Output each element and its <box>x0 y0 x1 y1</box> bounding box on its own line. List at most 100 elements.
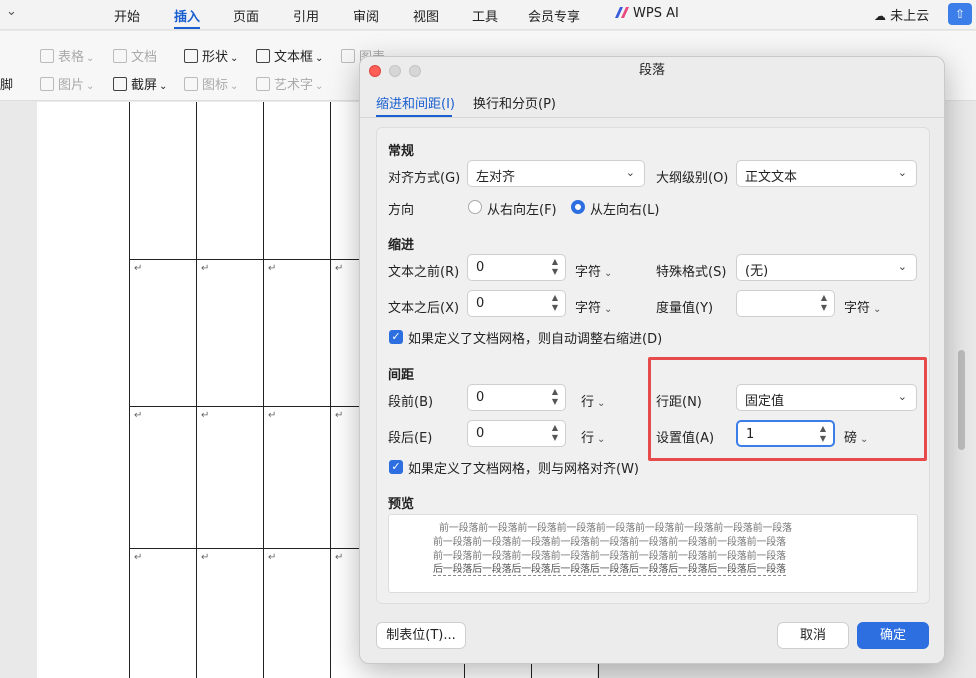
outline-level-label: 大纲级别(O) <box>656 171 729 186</box>
snap-to-grid-label[interactable]: 如果定义了文档网格，则与网格对齐(W) <box>408 458 639 477</box>
minimize-window-button[interactable] <box>389 65 401 77</box>
paragraph-mark: ↵ <box>268 410 277 421</box>
menu-chevron[interactable]: ⌄ <box>6 4 17 19</box>
rtl-label[interactable]: 从右向左(F) <box>487 199 557 218</box>
spacing-before-input[interactable]: 0 ▲ ▼ <box>467 384 566 411</box>
preview-box: 前一段落前一段落前一段落前一段落前一段落前一段落前一段落前一段落前一段落 前一段… <box>388 514 918 593</box>
table-border <box>330 102 331 678</box>
preview-line: 前一段落前一段落前一段落前一段落前一段落前一段落前一段落前一段落前一段落 <box>439 523 792 534</box>
tab-line-page-break[interactable]: 换行和分页(P) <box>473 93 556 112</box>
tab-tools[interactable]: 工具 <box>472 6 498 25</box>
spacing-before-unit[interactable]: 行 ⌄ <box>581 391 605 410</box>
checkmark-icon: ✓ <box>391 460 401 473</box>
vertical-scrollbar[interactable] <box>958 350 965 450</box>
tab-home[interactable]: 开始 <box>114 6 140 25</box>
insert-shape-button[interactable]: 形状 ⌄ <box>184 46 238 65</box>
insert-image-button[interactable]: 图片 ⌄ <box>40 74 94 93</box>
indent-before-unit[interactable]: 字符 ⌄ <box>575 261 612 280</box>
indent-after-unit[interactable]: 字符 ⌄ <box>575 297 612 316</box>
checkmark-icon: ✓ <box>391 330 401 343</box>
special-format-label: 特殊格式(S) <box>656 265 727 280</box>
cancel-button[interactable]: 取消 <box>777 622 849 649</box>
close-window-button[interactable] <box>369 65 381 77</box>
tab-insert[interactable]: 插入 <box>174 6 200 25</box>
auto-adjust-indent-label[interactable]: 如果定义了文档网格，则自动调整右缩进(D) <box>408 328 662 347</box>
paragraph-mark: ↵ <box>335 410 344 421</box>
ltr-label[interactable]: 从左向右(L) <box>590 199 659 218</box>
cloud-status[interactable]: ☁ 未上云 <box>874 5 929 24</box>
spacing-after-unit[interactable]: 行 ⌄ <box>581 427 605 446</box>
icon-label: 图标 <box>202 78 229 93</box>
share-button[interactable]: ⇧ <box>948 3 972 25</box>
paragraph-mark: ↵ <box>268 263 277 274</box>
paragraph-mark: ↵ <box>201 410 210 421</box>
table-border <box>196 102 197 678</box>
ltr-radio[interactable] <box>571 200 585 214</box>
preview-line: 前一段落前一段落前一段落前一段落前一段落前一段落前一段落前一段落前一段落 <box>433 537 786 548</box>
spacing-after-input[interactable]: 0 ▲ ▼ <box>467 420 566 447</box>
table-label: 表格 <box>58 50 85 65</box>
paragraph-mark: ↵ <box>134 263 143 274</box>
tab-review[interactable]: 审阅 <box>353 6 379 25</box>
tab-stops-button[interactable]: 制表位(T)... <box>376 622 466 649</box>
stepper-arrows-icon[interactable]: ▲ ▼ <box>550 423 560 443</box>
insert-table-button[interactable]: 表格 ⌄ <box>40 46 94 65</box>
arttext-icon <box>256 77 270 91</box>
stepper-arrows-icon[interactable]: ▲ ▼ <box>550 257 560 277</box>
section-general: 常规 <box>388 144 415 159</box>
paragraph-mark: ↵ <box>335 552 344 563</box>
special-format-select[interactable]: (无) ⌄ <box>736 254 917 281</box>
measure-input[interactable]: ▲ ▼ <box>736 290 835 317</box>
section-preview: 预览 <box>388 497 415 512</box>
textbox-label: 文本框 <box>274 50 314 65</box>
rtl-radio[interactable] <box>468 200 482 214</box>
table-icon <box>40 49 54 63</box>
cloud-label: 未上云 <box>890 9 930 24</box>
wps-ai-label: WPS AI <box>633 6 679 21</box>
tab-page[interactable]: 页面 <box>233 6 259 25</box>
dialog-title: 段落 <box>638 63 665 78</box>
menu-bar: ⌄ 开始 插入 页面 引用 审阅 视图 工具 会员专享 WPS AI ☁ 未上云… <box>0 0 976 30</box>
table-border <box>263 102 264 678</box>
indent-after-input[interactable]: 0 ▲ ▼ <box>467 290 566 317</box>
tab-indent-spacing[interactable]: 缩进和间距(I) <box>376 93 455 112</box>
snap-to-grid-checkbox[interactable]: ✓ <box>389 460 403 474</box>
alignment-select[interactable]: 左对齐 ⌄ <box>467 160 645 187</box>
indent-before-label: 文本之前(R) <box>388 265 460 280</box>
paragraph-mark: ↵ <box>201 263 210 274</box>
cloud-icon: ☁ <box>874 9 886 23</box>
insert-icon-button[interactable]: 图标 ⌄ <box>184 74 238 93</box>
paragraph-mark: ↵ <box>268 552 277 563</box>
shape-icon <box>184 49 198 63</box>
insert-textbox-button[interactable]: 文本框 ⌄ <box>256 46 323 65</box>
wps-ai-button[interactable]: WPS AI <box>615 6 679 21</box>
indent-before-input[interactable]: 0 ▲ ▼ <box>467 254 566 281</box>
doc-icon <box>113 49 127 63</box>
share-icon: ⇧ <box>954 7 966 21</box>
stepper-arrows-icon[interactable]: ▲ ▼ <box>550 387 560 407</box>
auto-adjust-indent-checkbox[interactable]: ✓ <box>389 330 403 344</box>
paragraph-mark: ↵ <box>134 552 143 563</box>
spacing-after-value: 0 <box>476 426 485 441</box>
shape-label: 形状 <box>202 50 229 65</box>
outline-level-select[interactable]: 正文文本 ⌄ <box>736 160 917 187</box>
toolbar-side-label: 脚 <box>0 78 14 93</box>
stepper-arrows-icon[interactable]: ▲ ▼ <box>819 293 829 313</box>
tab-view[interactable]: 视图 <box>413 6 439 25</box>
tab-member[interactable]: 会员专享 <box>528 6 580 25</box>
insert-doc-button[interactable]: 文档 <box>113 46 157 65</box>
screenshot-button[interactable]: 截屏 ⌄ <box>113 74 167 93</box>
measure-label: 度量值(Y) <box>656 301 714 316</box>
insert-arttext-button[interactable]: 艺术字 ⌄ <box>256 74 323 93</box>
stepper-arrows-icon[interactable]: ▲ ▼ <box>550 293 560 313</box>
chevron-down-icon: ⌄ <box>897 260 907 273</box>
zoom-window-button[interactable] <box>409 65 421 77</box>
image-label: 图片 <box>58 78 85 93</box>
image-icon <box>40 77 54 91</box>
ok-button[interactable]: 确定 <box>857 622 929 649</box>
paragraph-mark: ↵ <box>335 263 344 274</box>
textbox-icon <box>256 49 270 63</box>
indent-after-value: 0 <box>476 296 485 311</box>
measure-unit[interactable]: 字符 ⌄ <box>844 297 881 316</box>
tab-reference[interactable]: 引用 <box>293 6 319 25</box>
